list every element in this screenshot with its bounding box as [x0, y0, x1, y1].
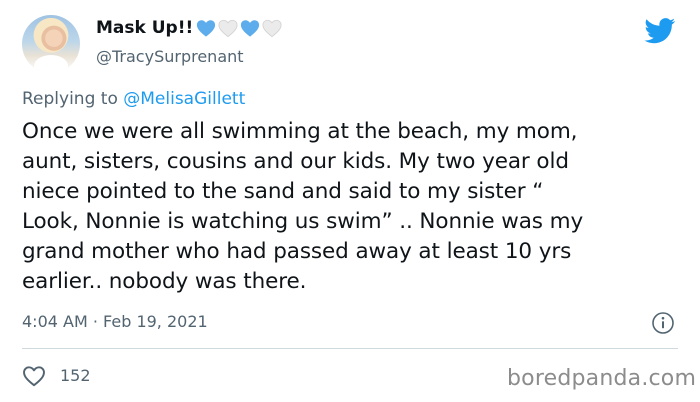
display-name[interactable]: Mask Up!! [96, 18, 193, 38]
reply-mention-link[interactable]: @MelisaGillett [123, 89, 245, 109]
info-icon[interactable] [651, 311, 675, 335]
avatar-shirt [34, 55, 68, 73]
name-emojis [195, 18, 283, 38]
white-heart-icon [262, 19, 282, 38]
display-name-row[interactable]: Mask Up!! [96, 18, 283, 38]
divider [22, 348, 678, 349]
user-handle[interactable]: @TracySurprenant [96, 47, 244, 66]
blue-heart-icon [197, 20, 216, 37]
twitter-bird-icon[interactable] [644, 18, 676, 44]
like-count: 152 [60, 366, 91, 385]
blue-heart-icon [241, 20, 260, 37]
tweet-card: Mask Up!! @TracySurprenant Replying to @… [0, 0, 700, 402]
heart-outline-icon[interactable] [21, 364, 47, 388]
tweet-text: Once we were all swimming at the beach, … [22, 119, 584, 294]
avatar[interactable] [22, 15, 80, 73]
tweet-timestamp[interactable]: 4:04 AM · Feb 19, 2021 [22, 312, 208, 331]
watermark: boredpanda.com [507, 366, 697, 391]
reply-prefix: Replying to [22, 89, 118, 109]
reply-context: Replying to @MelisaGillett [22, 89, 245, 109]
white-heart-icon [218, 19, 238, 38]
